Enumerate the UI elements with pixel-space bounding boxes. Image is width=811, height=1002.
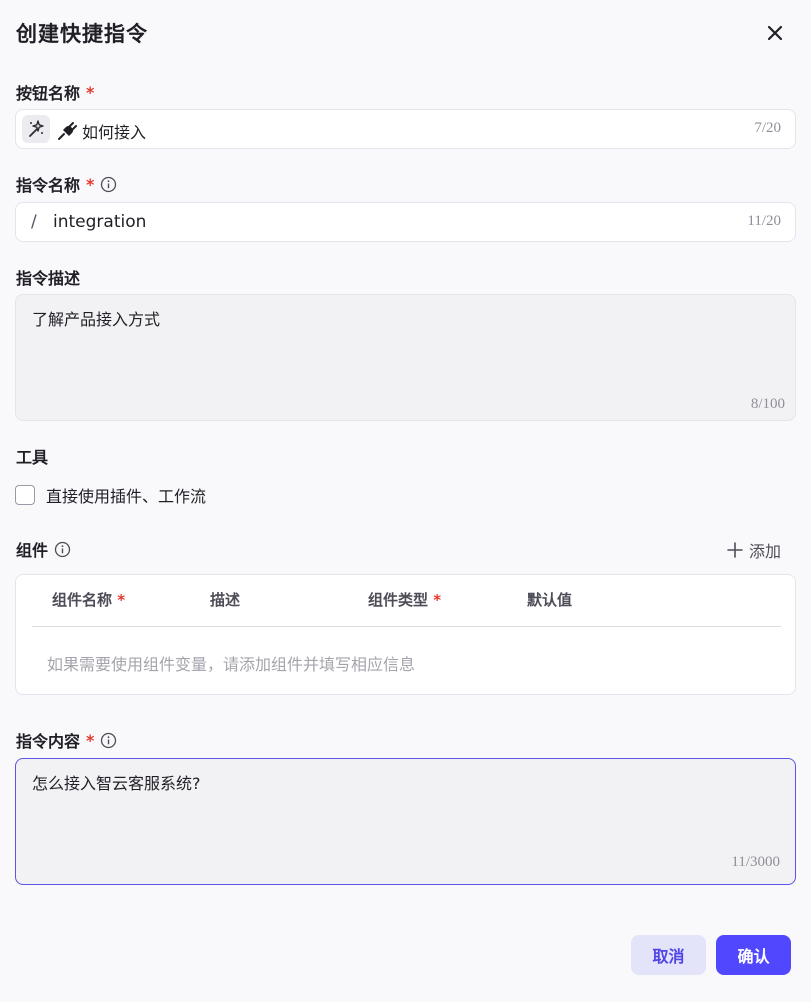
required-mark: * (117, 591, 126, 609)
command-description-label-text: 指令描述 (16, 269, 81, 288)
button-name-input[interactable]: 如何接入 7/20 (15, 109, 796, 149)
column-header-label: 组件名称 (52, 591, 113, 609)
confirm-button[interactable]: 确认 (716, 935, 791, 975)
create-shortcut-dialog: 创建快捷指令 按钮名称 * 如何接入 7/20 指令名称 * / integra… (0, 0, 811, 1002)
components-empty-text: 如果需要使用组件变量，请添加组件并填写相应信息 (47, 655, 416, 674)
command-name-value: integration (53, 212, 147, 232)
command-prefix: / (31, 212, 37, 232)
column-header-component-name: 组件名称 * (52, 589, 125, 610)
command-content-label: 指令内容 * (16, 728, 117, 752)
cancel-button[interactable]: 取消 (631, 935, 706, 975)
button-name-value: 如何接入 (56, 119, 146, 143)
info-icon[interactable] (100, 732, 117, 749)
command-description-value: 了解产品接入方式 (32, 310, 161, 329)
direct-use-plugin-checkbox-row[interactable]: 直接使用插件、工作流 (15, 483, 206, 507)
info-icon[interactable] (54, 541, 71, 558)
add-component-button[interactable]: 添加 (726, 538, 781, 562)
table-divider (32, 626, 781, 627)
column-header-label: 默认值 (527, 591, 573, 609)
components-label-text: 组件 (16, 541, 49, 560)
direct-use-plugin-label: 直接使用插件、工作流 (46, 487, 207, 506)
button-name-text: 如何接入 (82, 123, 147, 142)
command-name-counter: 11/20 (747, 213, 781, 229)
command-content-textarea[interactable]: 怎么接入智云客服系统? 11/3000 (15, 758, 796, 885)
required-mark: * (433, 591, 442, 609)
dialog-title: 创建快捷指令 (16, 22, 148, 46)
direct-use-plugin-checkbox[interactable] (15, 485, 35, 505)
close-icon (767, 25, 783, 41)
tools-label: 工具 (16, 444, 48, 468)
plug-icon (56, 121, 78, 141)
column-header-label: 描述 (210, 591, 241, 609)
command-description-counter: 8/100 (750, 396, 785, 412)
tools-label-text: 工具 (16, 448, 49, 467)
add-component-label: 添加 (749, 542, 782, 561)
column-header-component-type: 组件类型 * (368, 589, 441, 610)
emoji-picker-button[interactable] (22, 115, 50, 143)
sparkle-icon (29, 120, 44, 137)
command-content-value: 怎么接入智云客服系统? (32, 774, 201, 793)
command-name-input[interactable]: / integration 11/20 (15, 202, 796, 242)
command-description-textarea[interactable]: 了解产品接入方式 8/100 (15, 294, 796, 421)
command-name-label: 指令名称 * (16, 172, 117, 196)
column-header-default-value: 默认值 (527, 589, 572, 610)
column-header-description: 描述 (210, 589, 240, 610)
command-content-label-text: 指令内容 (16, 732, 81, 751)
button-name-counter: 7/20 (754, 120, 781, 136)
plus-icon (727, 542, 743, 558)
required-mark: * (86, 82, 95, 102)
required-mark: * (86, 730, 95, 750)
button-name-label-text: 按钮名称 (16, 84, 81, 103)
command-content-counter: 11/3000 (731, 854, 780, 870)
info-icon[interactable] (100, 176, 117, 193)
components-table: 组件名称 * 描述 组件类型 * 默认值 如果需要使用组件变量，请添加组件并填写… (15, 574, 796, 695)
button-name-label: 按钮名称 * (16, 80, 94, 104)
command-description-label: 指令描述 (16, 265, 80, 289)
command-name-label-text: 指令名称 (16, 176, 81, 195)
column-header-label: 组件类型 (368, 591, 429, 609)
required-mark: * (86, 174, 95, 194)
components-label: 组件 (16, 537, 71, 561)
close-button[interactable] (762, 20, 788, 46)
